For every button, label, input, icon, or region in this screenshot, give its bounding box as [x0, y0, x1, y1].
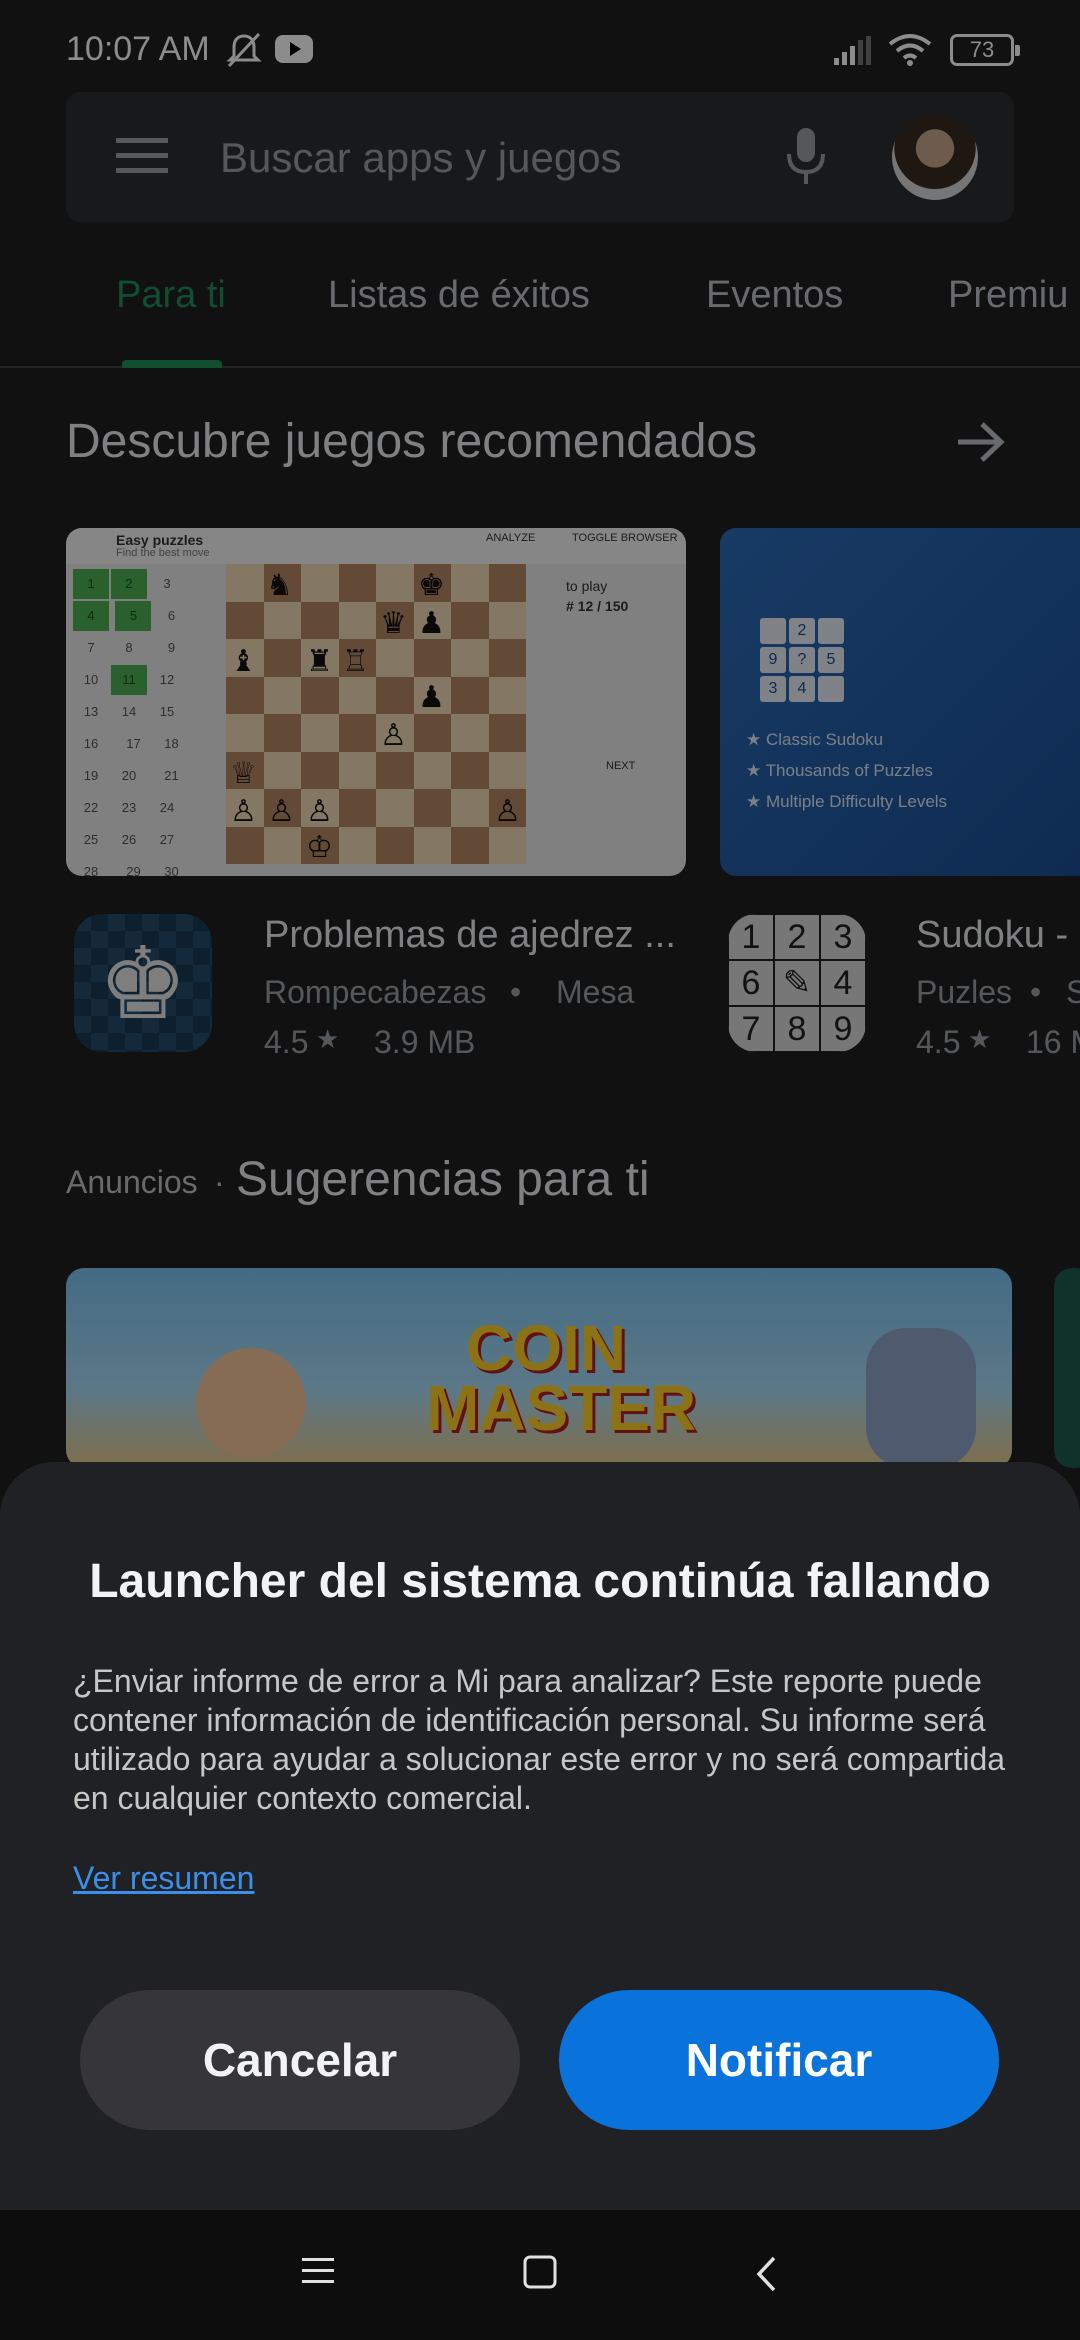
cancel-button[interactable]: Cancelar — [80, 1990, 520, 2130]
crash-dialog: Launcher del sistema continúa fallando ¿… — [0, 1462, 1080, 2210]
play-store-screen: 10:07 AM 73 Buscar apps y juegos Para ti… — [0, 0, 1080, 2340]
recents-menu-icon[interactable] — [300, 2254, 336, 2288]
dialog-title: Launcher del sistema continúa fallando — [89, 1555, 991, 1608]
dialog-body: ¿Enviar informe de error a Mi para anali… — [73, 1663, 1006, 1816]
view-summary-link[interactable]: Ver resumen — [73, 1860, 254, 1897]
home-icon[interactable] — [522, 2254, 558, 2290]
navigation-bar — [0, 2210, 1080, 2340]
back-icon[interactable] — [754, 2254, 780, 2294]
notify-button[interactable]: Notificar — [559, 1990, 999, 2130]
